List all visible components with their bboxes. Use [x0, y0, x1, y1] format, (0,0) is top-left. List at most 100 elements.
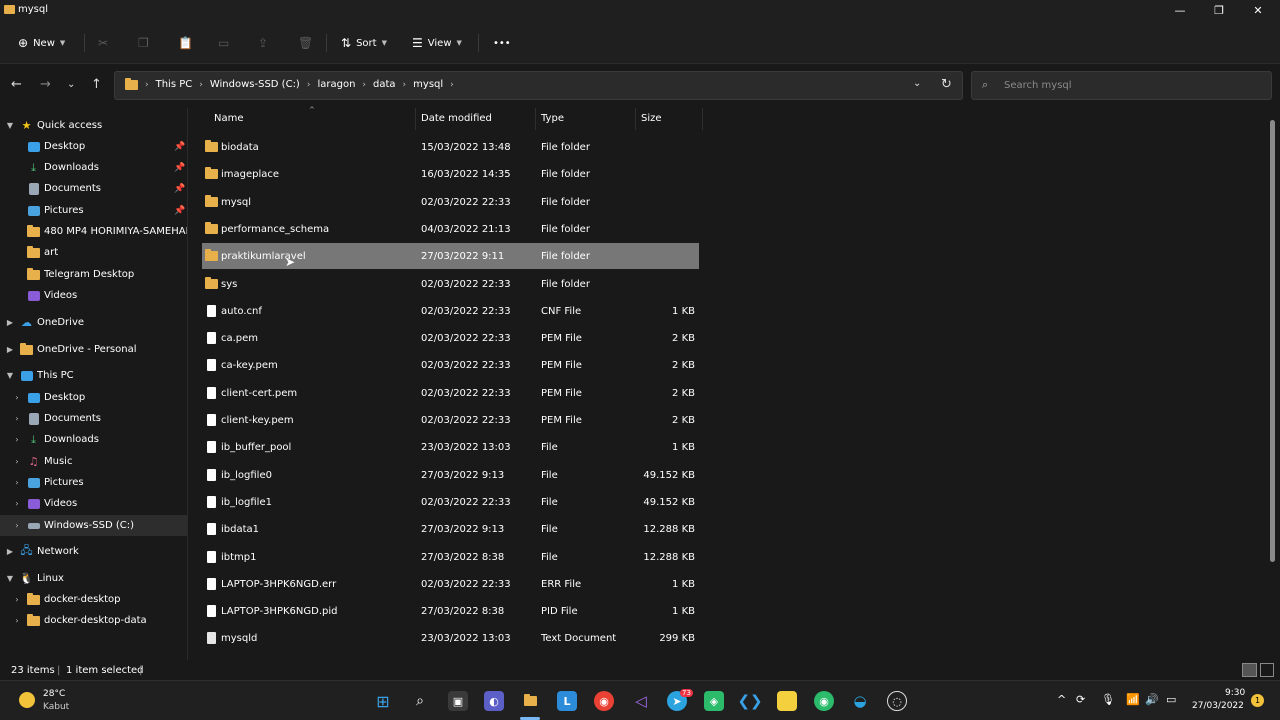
nav-qa-art[interactable]: art	[0, 242, 187, 263]
large-icons-view-icon[interactable]	[1260, 663, 1274, 677]
file-row[interactable]: ibtmp1 27/03/2022 8:38 File 12.288 KB	[202, 544, 699, 570]
nav-quick-access[interactable]: ▼ ★ Quick access	[0, 115, 187, 136]
search-icon[interactable]: ⌕	[410, 691, 430, 711]
copy-icon[interactable]: ❐	[138, 34, 149, 52]
nav-pc-documents[interactable]: › Documents	[0, 408, 187, 429]
file-explorer-icon[interactable]	[520, 691, 540, 711]
nav-pc-windows-ssd[interactable]: › Windows-SSD (C:)	[0, 515, 187, 536]
column-divider[interactable]	[635, 108, 636, 130]
obs-icon[interactable]: ◌	[887, 691, 907, 711]
breadcrumb-data[interactable]: data	[373, 79, 396, 90]
clock-date[interactable]: 27/03/2022	[1192, 701, 1244, 711]
file-row[interactable]: auto.cnf 02/03/2022 22:33 CNF File 1 KB	[202, 298, 699, 324]
delete-icon[interactable]: 🗑	[298, 34, 313, 52]
file-row[interactable]: client-key.pem 02/03/2022 22:33 PEM File 2 …	[202, 407, 699, 433]
file-row[interactable]: mysql 02/03/2022 22:33 File folder	[202, 189, 699, 215]
nav-onedrive-personal[interactable]: ▶ OneDrive - Personal	[0, 339, 187, 360]
chat-icon[interactable]: ◐	[484, 691, 504, 711]
clock-time[interactable]: 9:30	[1225, 688, 1245, 698]
nav-pc-desktop[interactable]: › Desktop	[0, 387, 187, 408]
nav-pc-videos[interactable]: › Videos	[0, 493, 187, 514]
close-button[interactable]: ✕	[1238, 0, 1278, 22]
sticky-notes-icon[interactable]	[777, 691, 797, 711]
file-row[interactable]: sys 02/03/2022 22:33 File folder	[202, 271, 699, 297]
sort-button[interactable]: ⇅ Sort ▼	[341, 34, 387, 52]
file-row[interactable]: LAPTOP-3HPK6NGD.pid 27/03/2022 8:38 PID Fi…	[202, 598, 699, 624]
wifi-icon[interactable]: 📶	[1126, 693, 1140, 706]
nav-qa-pictures[interactable]: Pictures 📌	[0, 200, 187, 221]
file-row[interactable]: client-cert.pem 02/03/2022 22:33 PEM File 2…	[202, 380, 699, 406]
nav-qa-desktop[interactable]: Desktop 📌	[0, 136, 187, 157]
paste-icon[interactable]: 📋	[178, 34, 193, 52]
task-view-icon[interactable]: ▣	[448, 691, 468, 711]
nav-this-pc[interactable]: ▼ This PC	[0, 365, 187, 386]
more-button[interactable]: •••	[493, 34, 511, 52]
nav-onedrive[interactable]: ▶ ☁ OneDrive	[0, 312, 187, 333]
file-row[interactable]: ib_buffer_pool 23/03/2022 13:03 File 1 KB	[202, 434, 699, 460]
visual-studio-icon[interactable]: ◁	[631, 691, 651, 711]
cut-icon[interactable]: ✂	[98, 34, 108, 52]
column-type[interactable]: Type	[541, 113, 564, 124]
column-date-modified[interactable]: Date modified	[421, 113, 492, 124]
file-row[interactable]: ca.pem 02/03/2022 22:33 PEM File 2 KB	[202, 325, 699, 351]
windows-start-icon[interactable]: ⊞	[373, 691, 393, 711]
file-row[interactable]: performance_schema 04/03/2022 21:13 File f…	[202, 216, 699, 242]
new-button[interactable]: ⊕ New ▼	[18, 34, 65, 52]
show-hidden-icons-chevron-icon[interactable]: ^	[1057, 693, 1066, 706]
column-size[interactable]: Size	[641, 113, 662, 124]
microphone-icon[interactable]: 🎙	[1101, 693, 1115, 706]
chrome-icon[interactable]: ◉	[594, 691, 614, 711]
laragon-icon[interactable]: L	[557, 691, 577, 711]
nav-qa-videos[interactable]: Videos	[0, 285, 187, 306]
restore-button[interactable]: ❐	[1199, 0, 1239, 22]
refresh-icon[interactable]: ↻	[941, 77, 952, 92]
back-arrow-icon[interactable]: ←	[11, 77, 22, 92]
breadcrumb-mysql[interactable]: mysql	[413, 79, 443, 90]
file-row[interactable]: imageplace 16/03/2022 14:35 File folder	[202, 161, 699, 187]
recent-chevron-icon[interactable]: ⌄	[67, 79, 75, 90]
vscode-icon[interactable]: ❮❯	[737, 691, 762, 711]
search-box[interactable]: ⌕ Search mysql	[971, 71, 1272, 100]
edge-icon[interactable]: ◒	[850, 691, 870, 711]
column-name[interactable]: Name	[214, 113, 244, 124]
file-row[interactable]: ca-key.pem 02/03/2022 22:33 PEM File 2 KB	[202, 352, 699, 378]
rename-icon[interactable]: ▭	[218, 34, 229, 52]
column-divider[interactable]	[702, 108, 703, 130]
file-row[interactable]: mysqld 23/03/2022 13:03 Text Document 299 K…	[202, 625, 699, 651]
nav-pc-downloads[interactable]: › ⤓ Downloads	[0, 429, 187, 450]
green-app-icon[interactable]: ◈	[704, 691, 724, 711]
battery-icon[interactable]: ▭	[1166, 693, 1176, 706]
nav-linux-docker-desktop-data[interactable]: › docker-desktop-data	[0, 610, 187, 631]
up-arrow-icon[interactable]: ↑	[91, 77, 102, 92]
file-row[interactable]: biodata 15/03/2022 13:48 File folder	[202, 134, 699, 160]
nav-pc-music[interactable]: › ♫ Music	[0, 451, 187, 472]
details-view-icon[interactable]	[1242, 663, 1257, 677]
minimize-button[interactable]: —	[1160, 0, 1200, 22]
file-row[interactable]: ib_logfile0 27/03/2022 9:13 File 49.152 KB	[202, 462, 699, 488]
nav-linux-docker-desktop[interactable]: › docker-desktop	[0, 589, 187, 610]
nav-linux[interactable]: ▼ 🐧 Linux	[0, 568, 187, 589]
weather-sun-icon[interactable]	[19, 692, 35, 708]
view-button[interactable]: ☰ View ▼	[412, 34, 462, 52]
vertical-scrollbar[interactable]	[1270, 120, 1275, 562]
volume-icon[interactable]: 🔊	[1145, 693, 1159, 706]
breadcrumb-this-pc[interactable]: This PC	[156, 79, 193, 90]
address-dropdown-icon[interactable]: ⌄	[913, 78, 921, 89]
forward-arrow-icon[interactable]: →	[40, 77, 51, 92]
sync-icon[interactable]: ⟳	[1076, 693, 1085, 706]
share-icon[interactable]: ⇪	[258, 34, 268, 52]
nav-pc-pictures[interactable]: › Pictures	[0, 472, 187, 493]
nav-qa-horimiya[interactable]: 480 MP4 HORIMIYA-SAMEHADAKU	[0, 221, 187, 242]
address-bar[interactable]: › This PC › Windows-SSD (C:) › laragon ›…	[114, 71, 963, 100]
file-row[interactable]: LAPTOP-3HPK6NGD.err 02/03/2022 22:33 ERR F…	[202, 571, 699, 597]
file-row[interactable]: ib_logfile1 02/03/2022 22:33 File 49.152 KB	[202, 489, 699, 515]
breadcrumb-laragon[interactable]: laragon	[317, 79, 355, 90]
notification-badge[interactable]: 1	[1251, 694, 1264, 707]
file-row[interactable]: praktikumlaravel 27/03/2022 9:11 File fold…	[202, 243, 699, 270]
column-divider[interactable]	[535, 108, 536, 130]
nav-qa-downloads[interactable]: ⤓ Downloads 📌	[0, 157, 187, 178]
breadcrumb-drive[interactable]: Windows-SSD (C:)	[210, 79, 300, 90]
nav-network[interactable]: ▶ 🖧 Network	[0, 541, 187, 562]
nav-qa-telegram[interactable]: Telegram Desktop	[0, 264, 187, 285]
chrome-profile-icon[interactable]: ◉	[814, 691, 834, 711]
